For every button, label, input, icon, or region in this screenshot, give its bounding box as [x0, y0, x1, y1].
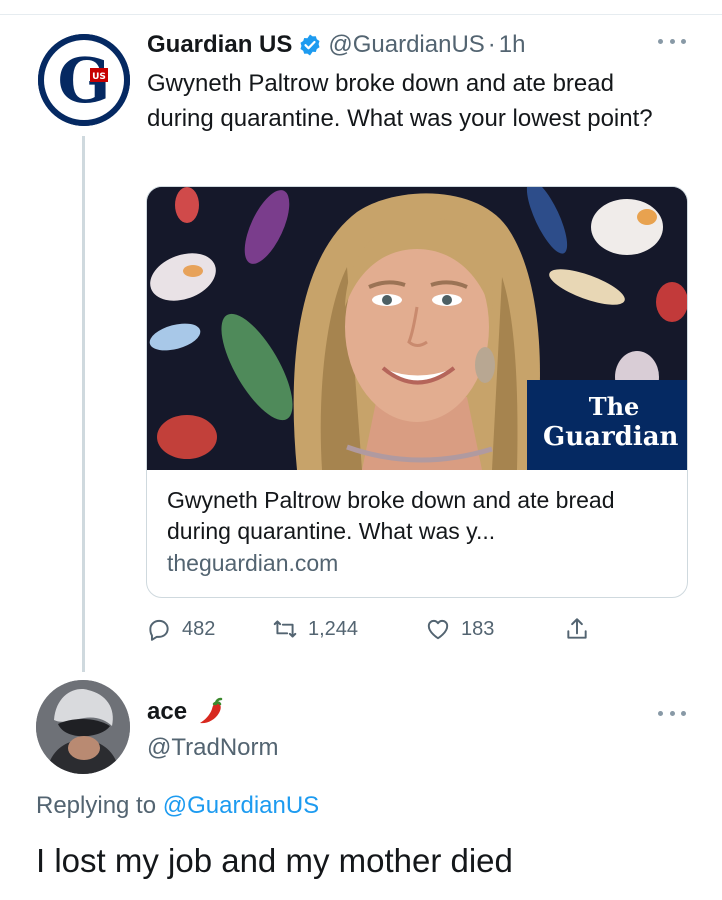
like-button[interactable]: 183: [425, 611, 494, 647]
guardian-logo-icon: G US: [38, 34, 130, 126]
tweet-timestamp[interactable]: 1h: [499, 30, 526, 60]
replying-to-mention-link[interactable]: @GuardianUS: [163, 792, 319, 819]
reply-count: 482: [182, 617, 216, 640]
reply-author-name[interactable]: ace: [147, 698, 187, 726]
hot-pepper-icon: [195, 697, 225, 727]
guardian-wordmark: The Guardian: [527, 380, 687, 470]
svg-text:US: US: [92, 72, 106, 82]
like-icon: [427, 619, 449, 640]
more-options-icon[interactable]: [658, 36, 686, 46]
card-image: The Guardian: [147, 187, 687, 470]
tweet-header: Guardian US @GuardianUS · 1h: [147, 30, 526, 60]
retweet-icon: [273, 620, 297, 638]
replying-to-label: Replying to: [36, 792, 157, 819]
top-divider: [0, 14, 722, 15]
tweet-actions-bar: 482 1,244 183: [146, 611, 616, 647]
header-separator: ·: [487, 31, 496, 58]
reply-more-options-icon[interactable]: [658, 708, 686, 718]
verified-badge-icon: [298, 33, 322, 57]
replying-to-line: Replying to @GuardianUS: [36, 790, 319, 822]
reply-author-handle[interactable]: @TradNorm: [147, 733, 278, 763]
thread-connector-line: [82, 136, 85, 672]
author-display-name[interactable]: Guardian US: [147, 30, 292, 60]
like-count: 183: [461, 617, 495, 640]
reply-text: I lost my job and my mother died: [36, 842, 513, 879]
wordmark-line-2: Guardian: [543, 422, 679, 452]
wordmark-line-1: The: [588, 392, 640, 421]
author-handle[interactable]: @GuardianUS: [328, 30, 484, 60]
retweet-count: 1,244: [308, 617, 359, 640]
share-icon: [567, 618, 587, 639]
share-button[interactable]: [564, 611, 600, 647]
card-body: Gwyneth Paltrow broke down and ate bread…: [167, 485, 667, 580]
guardian-avatar[interactable]: G US: [38, 34, 130, 126]
retweet-button[interactable]: 1,244: [272, 611, 358, 647]
link-preview-card[interactable]: The Guardian Gwyneth Paltrow broke down …: [146, 186, 688, 598]
reply-author-avatar[interactable]: [36, 680, 130, 774]
reply-icon: [149, 619, 169, 641]
tweet-text: Gwyneth Paltrow broke down and ate bread…: [147, 70, 653, 132]
card-domain: theguardian.com: [167, 550, 339, 576]
avatar-image: [36, 680, 130, 774]
reply-button[interactable]: 482: [146, 611, 215, 647]
card-title: Gwyneth Paltrow broke down and ate bread…: [167, 487, 615, 544]
reply-header: ace: [147, 697, 225, 727]
